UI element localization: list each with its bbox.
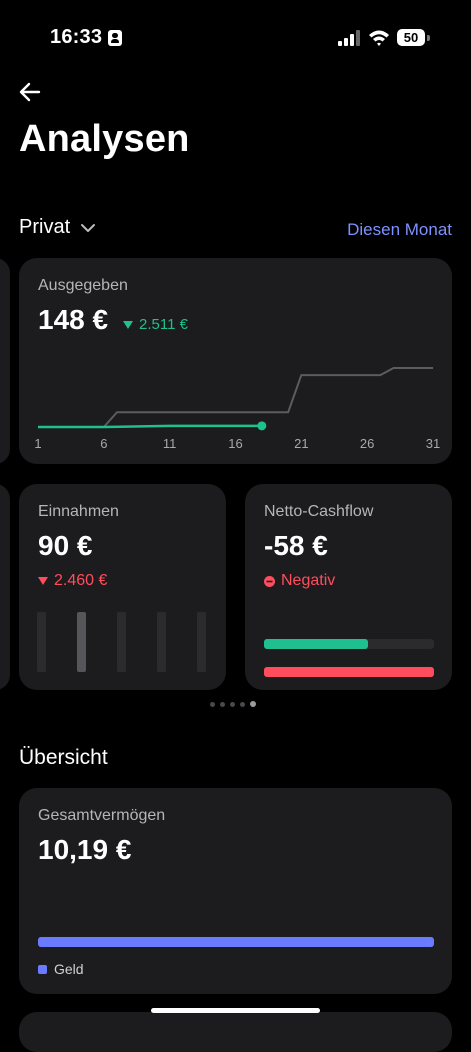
net-worth-legend: Geld	[38, 961, 84, 977]
income-bar	[77, 612, 86, 672]
x-tick-label: 11	[162, 436, 177, 451]
income-card-value: 90 €	[38, 530, 93, 561]
next-card-peek[interactable]	[19, 1012, 452, 1052]
legend-swatch	[38, 964, 47, 974]
minus-circle-icon	[264, 575, 275, 587]
income-comparison: 2.460 €	[38, 572, 107, 590]
page-dot	[220, 701, 225, 707]
overview-section-title: Übersicht	[19, 746, 108, 769]
cashflow-card-value: -58 €	[264, 530, 328, 561]
spent-previous-line	[38, 367, 433, 428]
x-tick-label: 31	[425, 436, 441, 451]
home-indicator	[151, 1008, 320, 1013]
cashflow-expense-track	[264, 667, 434, 677]
spent-line-chart	[38, 367, 433, 431]
x-tick-label: 16	[228, 436, 243, 451]
cashflow-expense-bar	[264, 667, 434, 677]
page-dot-active	[250, 701, 256, 707]
net-worth-label: Gesamtvermögen	[38, 807, 166, 824]
page-dot	[210, 701, 215, 707]
cashflow-status: Negativ	[264, 572, 335, 590]
income-bar	[197, 612, 206, 672]
net-worth-value: 10,19 €	[38, 834, 132, 865]
carousel-page-indicator[interactable]	[210, 701, 256, 707]
triangle-down-icon	[38, 576, 48, 585]
cashflow-income-bar	[264, 639, 368, 649]
legend-label: Geld	[54, 961, 84, 977]
income-bar	[37, 612, 46, 672]
x-tick-label: 21	[294, 436, 309, 451]
x-tick-label: 6	[100, 436, 108, 451]
spent-current-marker	[257, 421, 267, 431]
page-dot	[230, 701, 235, 707]
page-dot	[240, 701, 245, 707]
x-tick-label: 1	[34, 436, 42, 451]
income-bar	[157, 612, 166, 672]
previous-card-peek-2[interactable]	[0, 484, 10, 690]
income-card-label: Einnahmen	[38, 503, 119, 520]
net-worth-money-bar	[38, 937, 434, 947]
x-tick-label: 26	[359, 436, 375, 451]
cashflow-status-label: Negativ	[281, 572, 336, 589]
spent-current-line	[38, 424, 262, 429]
income-bar	[117, 612, 126, 672]
cashflow-income-track	[264, 639, 434, 649]
income-comparison-value: 2.460 €	[54, 572, 108, 589]
cashflow-card-label: Netto-Cashflow	[264, 503, 374, 520]
net-worth-track	[38, 937, 434, 947]
